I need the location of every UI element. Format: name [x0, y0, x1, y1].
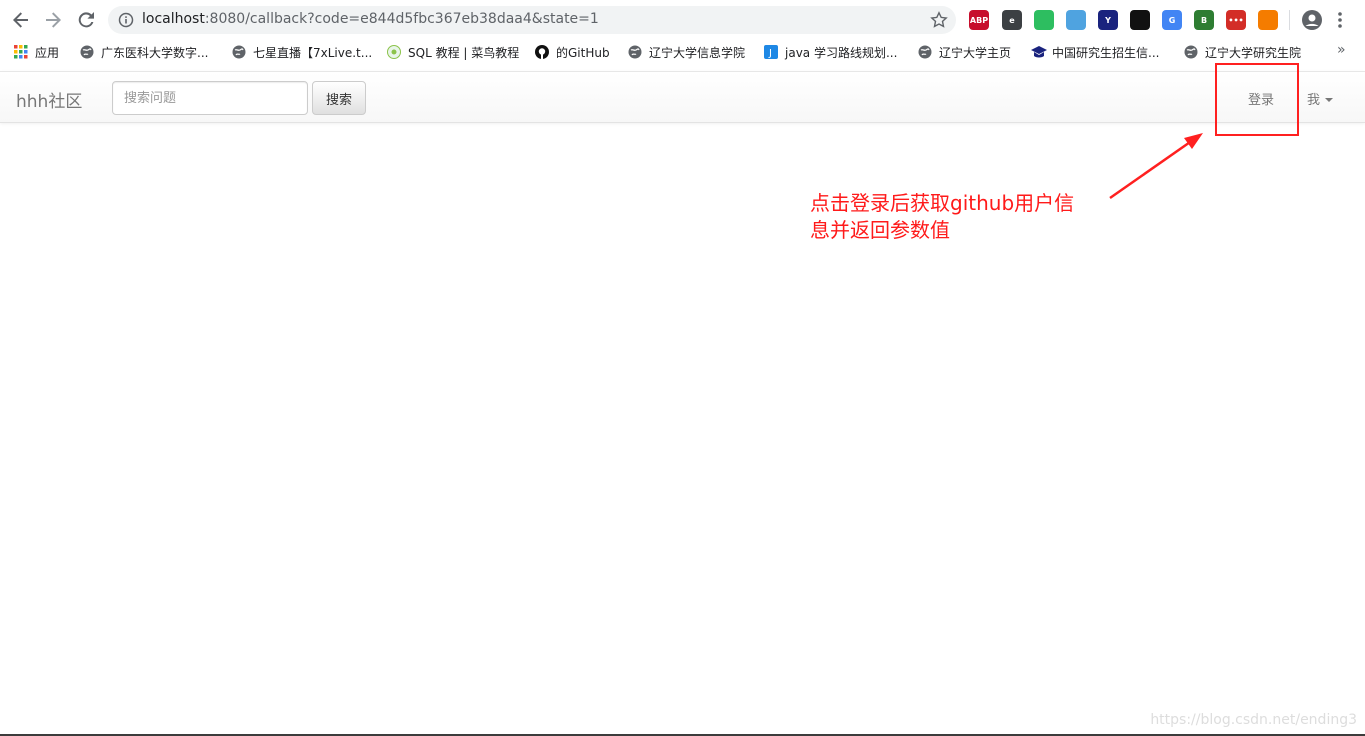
globe-icon — [1184, 45, 1198, 59]
svg-text:J: J — [768, 48, 772, 59]
bookmark-item[interactable]: Jjava 学习路线规划... — [764, 43, 897, 61]
url-path: :8080/callback?code=e844d5fbc367eb38daa4… — [204, 11, 599, 27]
back-button[interactable] — [9, 8, 33, 32]
search-input[interactable] — [112, 81, 308, 115]
annotation-arrow-icon — [1109, 133, 1203, 200]
bookmarks-bar: 应用 广东医科大学数字... 七星直播【7xLive.t... SQL 教程 | 菜鸟… — [0, 40, 1365, 64]
chrome-menu-icon[interactable] — [1337, 10, 1343, 30]
bookmark-label: java 学习路线规划... — [785, 45, 898, 60]
address-bar[interactable]: localhost:8080/callback?code=e844d5fbc36… — [108, 6, 956, 34]
browser-toolbar: localhost:8080/callback?code=e844d5fbc36… — [0, 0, 1365, 40]
bookmark-item[interactable]: 的GitHub — [535, 43, 610, 61]
watermark: https://blog.csdn.net/ending3 — [1150, 712, 1357, 728]
toolbar-divider — [1289, 10, 1290, 30]
bookmark-item[interactable]: SQL 教程 | 菜鸟教程 — [387, 43, 519, 61]
j-icon: J — [764, 45, 778, 59]
url-text[interactable]: localhost:8080/callback?code=e844d5fbc36… — [142, 11, 599, 27]
adblock-plus-icon[interactable]: ABP — [969, 10, 989, 30]
site-brand[interactable]: hhh社区 — [16, 87, 82, 112]
globe-icon — [232, 45, 246, 59]
graduation-cap-icon — [1031, 45, 1047, 59]
bookmark-item[interactable]: 应用 — [14, 43, 59, 61]
globe-icon — [918, 45, 932, 59]
apps-grid-icon — [14, 45, 28, 59]
extension-s-icon[interactable] — [1258, 10, 1278, 30]
bookmark-label: 广东医科大学数字... — [101, 45, 209, 60]
annotation-line-1: 点击登录后获取github用户信 — [810, 191, 1075, 215]
bookmark-label: 辽宁大学主页 — [939, 45, 1012, 60]
github-icon — [535, 45, 549, 59]
bookmark-label: 的GitHub — [556, 45, 610, 60]
reload-icon — [78, 12, 94, 28]
search-button[interactable]: 搜索 — [312, 81, 366, 115]
bookmark-item[interactable]: 中国研究生招生信... — [1031, 43, 1159, 61]
site-navbar: hhh社区 搜索 登录 我 — [0, 71, 1365, 123]
evernote-icon[interactable] — [1034, 10, 1054, 30]
url-host: localhost — [142, 11, 205, 27]
forward-arrow-icon — [46, 12, 61, 28]
annotation-text: 点击登录后获取github用户信 息并返回参数值 — [810, 190, 1100, 244]
bookmark-item[interactable]: 辽宁大学主页 — [918, 43, 1011, 61]
caret-down-icon — [1325, 97, 1334, 102]
bookmark-label: 七星直播【7xLive.t... — [253, 45, 373, 60]
bookmark-item[interactable]: 广东医科大学数字... — [80, 43, 208, 61]
reload-button[interactable] — [74, 8, 98, 32]
bookmark-item[interactable]: 七星直播【7xLive.t... — [232, 43, 372, 61]
extension-mask-icon[interactable] — [1130, 10, 1150, 30]
info-icon[interactable] — [118, 12, 134, 28]
bookmark-item[interactable]: 辽宁大学研究生院 — [1184, 43, 1301, 61]
bookmarks-overflow-chevron-icon[interactable]: » — [1337, 42, 1346, 58]
annotation-line-2: 息并返回参数值 — [810, 218, 950, 242]
lastpass-icon[interactable]: ••• — [1226, 10, 1246, 30]
me-dropdown[interactable]: 我 — [1307, 89, 1334, 108]
google-translate-icon[interactable]: G — [1162, 10, 1182, 30]
bookmark-label: 辽宁大学研究生院 — [1205, 45, 1302, 60]
bookmark-label: SQL 教程 | 菜鸟教程 — [408, 45, 520, 60]
bookmark-label: 辽宁大学信息学院 — [649, 45, 746, 60]
globe-icon — [628, 45, 642, 59]
extension-v-icon[interactable] — [1066, 10, 1086, 30]
bookmark-label: 应用 — [35, 45, 60, 60]
me-label: 我 — [1307, 93, 1321, 108]
extension-e-icon[interactable]: e — [1002, 10, 1022, 30]
bookmark-item[interactable]: 辽宁大学信息学院 — [628, 43, 745, 61]
runoob-icon — [387, 45, 401, 59]
profile-avatar-icon[interactable] — [1302, 10, 1322, 30]
highlight-box — [1215, 63, 1299, 136]
forward-button[interactable] — [41, 8, 65, 32]
back-arrow-icon — [13, 12, 28, 28]
extension-b-icon[interactable]: B — [1194, 10, 1214, 30]
globe-icon — [80, 45, 94, 59]
bookmark-star-icon[interactable] — [930, 11, 948, 29]
extension-y-icon[interactable]: Y — [1098, 10, 1118, 30]
bookmark-label: 中国研究生招生信... — [1052, 45, 1160, 60]
